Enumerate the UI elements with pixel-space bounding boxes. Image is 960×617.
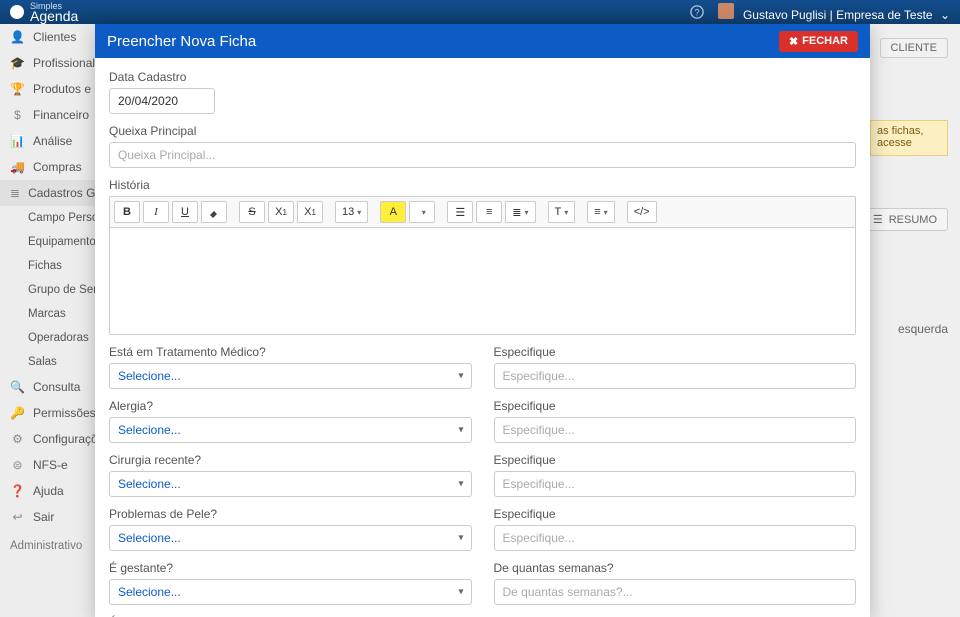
list-icon: ☰: [873, 213, 883, 226]
editor-toolbar: B I U S X1 X1 13▾ A ▾ ☰ ≡ ≣▾: [110, 197, 855, 228]
bold-button[interactable]: B: [114, 201, 140, 223]
modal-nova-ficha: Preencher Nova Ficha ✖ FECHAR Data Cadas…: [95, 24, 870, 617]
sidebar-item-label: Permissões: [33, 406, 96, 420]
fontsize-button[interactable]: 13▾: [335, 201, 368, 223]
subscript-button[interactable]: X1: [297, 201, 323, 223]
label-espec-2: Especifique: [494, 399, 857, 413]
chevron-down-icon: ⌄: [940, 8, 950, 22]
sidebar-item-label: Análise: [33, 134, 72, 148]
cliente-pill[interactable]: CLIENTE: [880, 38, 948, 58]
code-button[interactable]: </>: [627, 201, 657, 223]
especifique-cirurgia-input[interactable]: [494, 471, 857, 497]
label-alergia: Alergia?: [109, 399, 472, 413]
label-cirurgia: Cirurgia recente?: [109, 453, 472, 467]
alergia-select[interactable]: Selecione...: [109, 417, 472, 443]
sidebar-item-label: Profissional: [33, 56, 95, 70]
ol-button[interactable]: ≡: [476, 201, 502, 223]
semanas-input[interactable]: [494, 579, 857, 605]
align-button[interactable]: ≣▾: [505, 201, 535, 223]
editor-textarea[interactable]: [110, 228, 855, 334]
sidebar-item-label: NFS-e: [33, 458, 68, 472]
underline-button[interactable]: U: [172, 201, 198, 223]
highlight-drop[interactable]: ▾: [409, 201, 435, 223]
sidebar-item-label: Marcas: [28, 308, 66, 320]
avatar: [718, 3, 734, 19]
label-queixa: Queixa Principal: [109, 124, 856, 138]
sidebar-item-label: Fichas: [28, 260, 62, 272]
help-icon: ❓: [10, 484, 25, 498]
user-icon: 👤: [10, 30, 25, 44]
brand-line2: Agenda: [30, 9, 78, 23]
modal-header: Preencher Nova Ficha ✖ FECHAR: [95, 24, 870, 58]
modal-title: Preencher Nova Ficha: [107, 33, 256, 50]
grad-cap-icon: 🎓: [10, 56, 25, 70]
close-icon: ✖: [789, 35, 798, 48]
sidebar-item-label: Salas: [28, 356, 57, 368]
problemas-pele-select[interactable]: Selecione...: [109, 525, 472, 551]
label-problemas-pele: Problemas de Pele?: [109, 507, 472, 521]
sidebar-item-label: Financeiro: [33, 108, 89, 122]
tratamento-select[interactable]: Selecione...: [109, 363, 472, 389]
truck-icon: 🚚: [10, 160, 25, 174]
resumo-button[interactable]: ☰ RESUMO: [862, 208, 948, 231]
sidebar-item-label: Consulta: [33, 380, 80, 394]
eraser-button[interactable]: [201, 201, 227, 223]
especifique-pele-input[interactable]: [494, 525, 857, 551]
label-gestante: É gestante?: [109, 561, 472, 575]
chart-icon: 📊: [10, 134, 25, 148]
trophy-icon: 🏆: [10, 82, 25, 96]
textcolor-button[interactable]: T▾: [548, 201, 576, 223]
resumo-label: RESUMO: [889, 214, 937, 226]
user-menu[interactable]: Gustavo Puglisi | Empresa de Teste ⌄: [718, 3, 950, 22]
ul-button[interactable]: ☰: [447, 201, 473, 223]
label-semanas: De quantas semanas?: [494, 561, 857, 575]
sidebar-item-label: Compras: [33, 160, 82, 174]
label-historia: História: [109, 178, 856, 192]
signout-icon: ↩: [10, 510, 25, 524]
sidebar-item-label: Operadoras: [28, 332, 89, 344]
user-name: Gustavo Puglisi | Empresa de Teste: [743, 8, 933, 22]
sidebar-item-label: Clientes: [33, 30, 76, 44]
sidebar-item-label: Sair: [33, 510, 54, 524]
label-data-cadastro: Data Cadastro: [109, 70, 856, 84]
nfs-icon: ⊜: [10, 458, 25, 472]
cogs-icon: ⚙: [10, 432, 25, 446]
database-icon: ≣: [10, 186, 20, 200]
rich-editor: B I U S X1 X1 13▾ A ▾ ☰ ≡ ≣▾: [109, 196, 856, 335]
sidebar-item-label: Equipamentos: [28, 236, 102, 248]
notice-banner: as fichas, acesse: [870, 120, 948, 156]
especifique-tratamento-input[interactable]: [494, 363, 857, 389]
svg-text:?: ?: [694, 8, 699, 18]
search-icon: 🔍: [10, 380, 25, 394]
gestante-select[interactable]: Selecione...: [109, 579, 472, 605]
queixa-input[interactable]: [109, 142, 856, 168]
brand-logo-icon: [10, 5, 24, 19]
cirurgia-select[interactable]: Selecione...: [109, 471, 472, 497]
close-button[interactable]: ✖ FECHAR: [779, 31, 858, 52]
paragraph-button[interactable]: ≡▾: [587, 201, 614, 223]
strike-button[interactable]: S: [239, 201, 265, 223]
label-espec-3: Especifique: [494, 453, 857, 467]
bg-text: esquerda: [898, 322, 948, 336]
italic-button[interactable]: I: [143, 201, 169, 223]
modal-body: Data Cadastro Queixa Principal História …: [95, 58, 870, 617]
highlight-button[interactable]: A: [380, 201, 406, 223]
label-espec-4: Especifique: [494, 507, 857, 521]
sidebar-item-label: Ajuda: [33, 484, 64, 498]
close-label: FECHAR: [802, 35, 848, 47]
label-espec-1: Especifique: [494, 345, 857, 359]
label-tratamento: Está em Tratamento Médico?: [109, 345, 472, 359]
dollar-icon: $: [10, 108, 25, 122]
help-icon[interactable]: ?: [690, 5, 704, 19]
superscript-button[interactable]: X1: [268, 201, 294, 223]
key-icon: 🔑: [10, 406, 25, 420]
brand: Simples Agenda: [10, 2, 78, 23]
especifique-alergia-input[interactable]: [494, 417, 857, 443]
data-cadastro-input[interactable]: [109, 88, 215, 114]
top-bar: Simples Agenda ? Gustavo Puglisi | Empre…: [0, 0, 960, 24]
